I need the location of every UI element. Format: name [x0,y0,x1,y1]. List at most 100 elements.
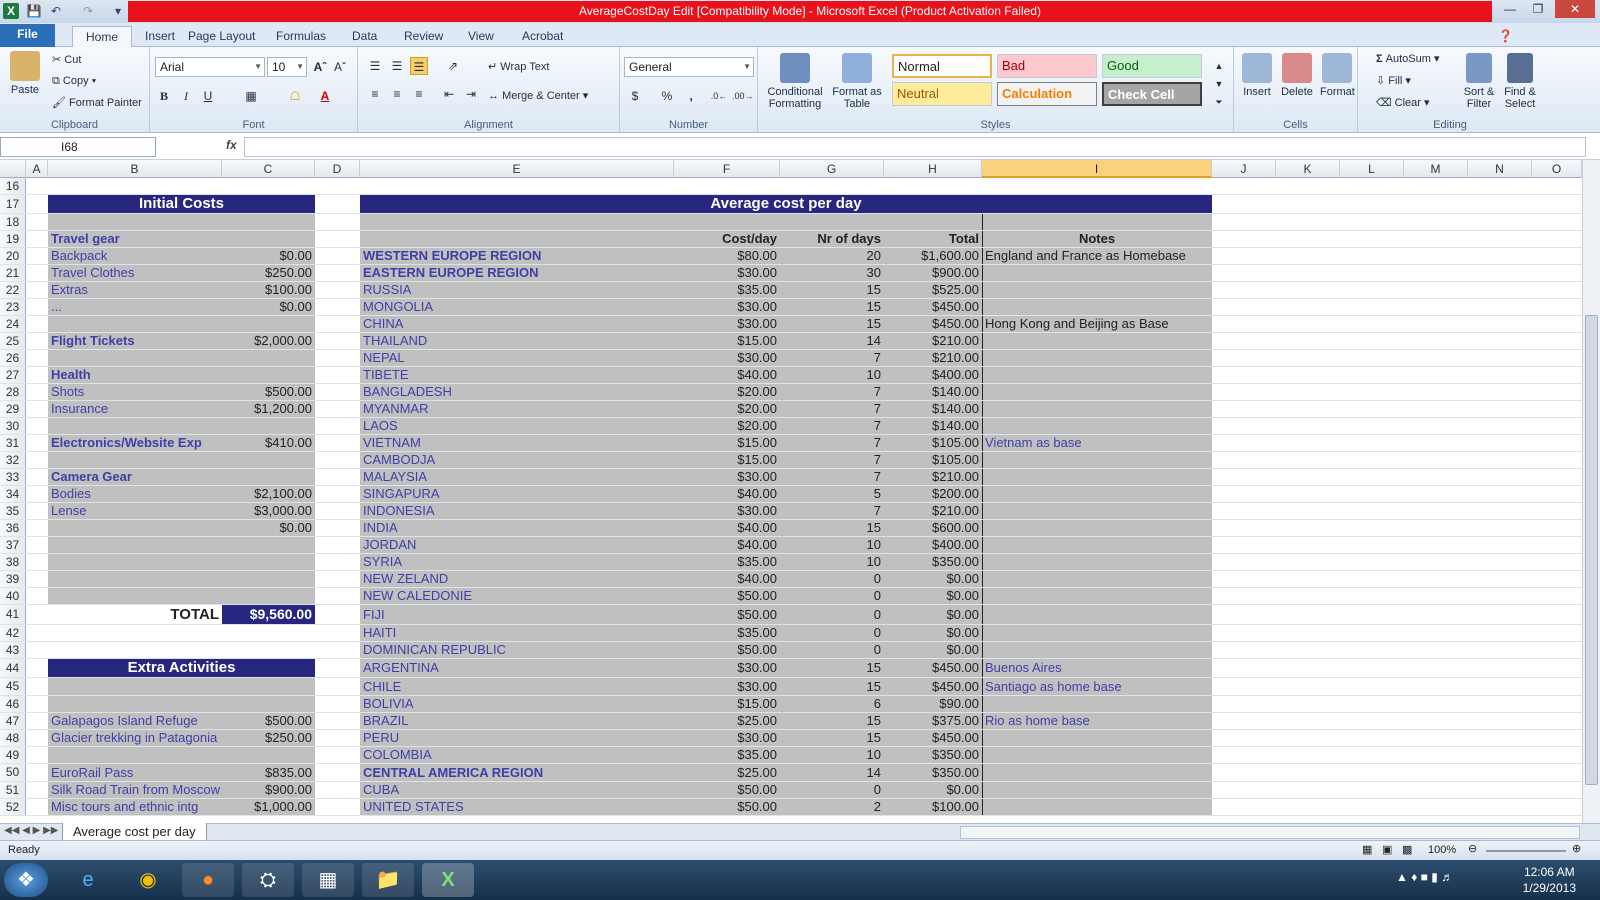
note[interactable]: Buenos Aires [982,659,1212,677]
decrease-indent-icon[interactable]: ⇤ [440,85,458,103]
total-cost[interactable]: $400.00 [884,367,982,383]
extra-activity-label[interactable]: Glacier trekking in Patagonia [48,730,222,746]
style-calculation[interactable]: Calculation [997,82,1097,106]
cost-per-day[interactable]: $35.00 [674,282,780,298]
close-button[interactable]: ✕ [1555,0,1595,18]
delete-cells-button[interactable]: Delete [1280,53,1314,98]
total-cost[interactable]: $105.00 [884,435,982,451]
tab-file[interactable]: File [0,24,55,47]
note[interactable]: England and France as Homebase [982,248,1212,264]
wrap-text-button[interactable]: ↵ Wrap Text [488,60,549,73]
name-box[interactable]: I68 [0,137,156,157]
column-header-j[interactable]: J [1212,160,1276,178]
chrome-icon[interactable]: ◉ [122,863,174,897]
row-number[interactable]: 22 [0,282,26,298]
extra-activity-value[interactable]: $835.00 [222,764,315,781]
orientation-icon[interactable]: ⇗ [444,57,462,75]
nr-of-days[interactable]: 14 [780,764,884,781]
country-name[interactable]: NEPAL [360,350,674,366]
cost-per-day[interactable]: $50.00 [674,642,780,658]
merge-center-button[interactable]: ↔ Merge & Center ▾ [488,89,588,102]
number-format-select[interactable]: General ▼ [624,57,754,77]
insert-function-icon[interactable]: fx [226,138,237,152]
currency-button[interactable]: $ [626,87,644,105]
initial-cost-label[interactable]: Backpack [48,248,222,264]
cost-per-day[interactable]: $50.00 [674,588,780,604]
cost-per-day[interactable]: $20.00 [674,384,780,400]
font-color-icon[interactable]: A [316,87,334,105]
total-cost[interactable]: $140.00 [884,401,982,417]
nr-of-days[interactable]: 0 [780,782,884,798]
bold-button[interactable]: B [155,87,173,105]
total-cost[interactable]: $90.00 [884,696,982,712]
cost-per-day[interactable]: $30.00 [674,678,780,695]
comma-button[interactable]: , [682,87,700,105]
network-app-icon[interactable]: ⛭ [242,863,294,897]
row-number[interactable]: 27 [0,367,26,383]
cost-per-day[interactable]: $35.00 [674,625,780,641]
cost-per-day[interactable]: $25.00 [674,713,780,729]
nr-of-days[interactable]: 7 [780,469,884,485]
cost-per-day[interactable]: $80.00 [674,248,780,264]
initial-cost-label[interactable]: ... [48,299,222,315]
align-bottom-icon[interactable]: ☰ [410,57,428,75]
country-name[interactable]: HAITI [360,625,674,641]
row-number[interactable]: 25 [0,333,26,349]
view-normal-icon[interactable]: ▦ [1362,843,1372,856]
initial-cost-value[interactable]: $100.00 [222,282,315,298]
cost-per-day[interactable]: $30.00 [674,730,780,746]
tab-page-layout[interactable]: Page Layout [180,26,263,47]
vertical-scrollbar[interactable] [1582,160,1600,823]
cost-per-day[interactable]: $30.00 [674,350,780,366]
country-name[interactable]: CHINA [360,316,674,332]
row-number[interactable]: 40 [0,588,26,604]
nr-of-days[interactable]: 15 [780,520,884,536]
tab-review[interactable]: Review [396,26,451,47]
extra-activity-value[interactable]: $1,000.00 [222,799,315,815]
font-name-select[interactable]: Arial ▼ [155,57,265,77]
total-cost[interactable]: $0.00 [884,588,982,604]
row-number[interactable]: 24 [0,316,26,332]
zoom-slider[interactable] [1486,850,1566,852]
styles-more-icon[interactable]: ⏷ [1210,93,1228,111]
excel-taskbar-icon[interactable]: X [422,863,474,897]
scroll-thumb[interactable] [1585,315,1598,785]
total-cost[interactable]: $0.00 [884,625,982,641]
row-number[interactable]: 23 [0,299,26,315]
initial-cost-label[interactable]: Extras [48,282,222,298]
country-name[interactable]: COLOMBIA [360,747,674,763]
clear-button[interactable]: ⌫ Clear ▾ [1376,96,1430,109]
fill-color-icon[interactable]: ☖ [286,87,304,105]
initial-cost-value[interactable]: $410.00 [222,435,315,451]
style-good[interactable]: Good [1102,54,1202,78]
total-cost[interactable]: $140.00 [884,418,982,434]
column-header-a[interactable]: A [26,160,48,178]
nr-of-days[interactable]: 7 [780,503,884,519]
decrease-decimal-icon[interactable]: .00→ [732,87,754,105]
country-name[interactable]: MONGOLIA [360,299,674,315]
initial-cost-value[interactable] [222,367,315,383]
cost-per-day[interactable]: $40.00 [674,486,780,502]
formula-input[interactable] [244,137,1586,157]
nr-of-days[interactable]: 7 [780,350,884,366]
row-number[interactable]: 29 [0,401,26,417]
format-as-table-button[interactable]: Format as Table [832,53,882,110]
nr-of-days[interactable]: 0 [780,642,884,658]
country-name[interactable]: CENTRAL AMERICA REGION [360,764,674,781]
total-cost[interactable]: $105.00 [884,452,982,468]
total-cost[interactable]: $0.00 [884,605,982,624]
cost-per-day[interactable]: $40.00 [674,537,780,553]
country-name[interactable]: MALAYSIA [360,469,674,485]
row-number[interactable]: 30 [0,418,26,434]
redo-icon[interactable]: ↷ [80,3,96,19]
tab-insert[interactable]: Insert [137,26,183,47]
cost-per-day[interactable]: $50.00 [674,605,780,624]
nr-of-days[interactable]: 10 [780,537,884,553]
extra-activity-value[interactable]: $900.00 [222,782,315,798]
avg-cost-header[interactable]: Average cost per day [360,195,1212,213]
extra-activity-label[interactable]: EuroRail Pass [48,764,222,781]
style-normal[interactable]: Normal [892,54,992,78]
row-number[interactable]: 36 [0,520,26,536]
font-size-select[interactable]: 10 ▼ [267,57,307,77]
initial-cost-value[interactable] [222,231,315,247]
